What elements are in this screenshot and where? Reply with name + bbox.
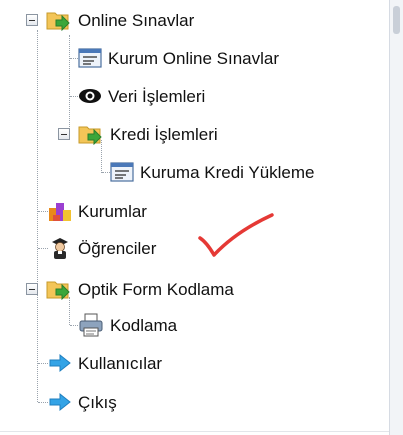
tree-item-label: Kurum Online Sınavlar <box>108 48 280 68</box>
panel-bottom-border <box>0 431 389 432</box>
red-check-mark-annotation <box>198 212 278 258</box>
tree-branch <box>38 363 48 364</box>
folder-arrow-icon <box>46 9 72 31</box>
tree-item-label: Çıkış <box>78 392 117 412</box>
tree-item-kodlama[interactable]: Kodlama <box>78 310 177 340</box>
tree-item-label: Kodlama <box>110 315 178 335</box>
tree-branch <box>70 325 78 326</box>
collapse-toggle-optik-form[interactable] <box>26 283 38 295</box>
tree-branch <box>102 172 110 173</box>
navigation-tree-panel: Online Sınavlar Kurum Online Sınavlar Ve… <box>0 0 403 435</box>
tree-item-label: Kuruma Kredi Yükleme <box>140 162 315 182</box>
tree-item-label: Veri İşlemleri <box>108 86 206 106</box>
tree-item-kullanicilar[interactable]: Kullanıcılar <box>48 348 162 378</box>
vertical-scrollbar[interactable] <box>389 0 403 435</box>
tree-branch <box>70 96 78 97</box>
tree-item-label: Kullanıcılar <box>78 353 163 373</box>
graduate-icon <box>48 236 72 260</box>
tree-item-label: Kurumlar <box>78 201 147 221</box>
collapse-toggle-kredi-islemleri[interactable] <box>58 128 70 140</box>
tree-item-online-sinavlar[interactable]: Online Sınavlar <box>46 5 194 35</box>
folder-arrow-icon <box>78 123 104 145</box>
form-icon <box>110 161 134 183</box>
tree-item-veri-islemleri[interactable]: Veri İşlemleri <box>78 81 205 111</box>
tree-item-kredi-islemleri[interactable]: Kredi İşlemleri <box>78 119 218 149</box>
arrow-right-icon <box>48 392 72 412</box>
tree-connector-online <box>69 35 70 133</box>
scrollbar-thumb[interactable] <box>393 6 400 34</box>
building-blocks-icon <box>48 200 72 222</box>
eye-icon <box>78 86 102 106</box>
tree-item-kurum-online-sinavlar[interactable]: Kurum Online Sınavlar <box>78 43 279 73</box>
arrow-right-icon <box>48 353 72 373</box>
tree-item-cikis[interactable]: Çıkış <box>48 387 117 417</box>
tree-item-label: Kredi İşlemleri <box>110 124 218 144</box>
tree-item-label: Online Sınavlar <box>78 10 195 30</box>
tree-branch <box>38 248 48 249</box>
tree-item-ogrenciler[interactable]: Öğrenciler <box>48 233 156 263</box>
printer-icon <box>78 313 104 337</box>
folder-arrow-icon <box>46 278 72 300</box>
collapse-toggle-online-sinavlar[interactable] <box>26 14 38 26</box>
tree-branch <box>70 58 78 59</box>
form-icon <box>78 47 102 69</box>
tree-item-kuruma-kredi-yukleme[interactable]: Kuruma Kredi Yükleme <box>110 157 315 187</box>
tree-connector-root <box>37 30 38 402</box>
tree-branch <box>38 402 48 403</box>
tree-item-label: Öğrenciler <box>78 238 157 258</box>
tree-branch <box>38 211 48 212</box>
tree-item-kurumlar[interactable]: Kurumlar <box>48 196 147 226</box>
tree-item-label: Optik Form Kodlama <box>78 279 234 299</box>
tree-item-optik-form-kodlama[interactable]: Optik Form Kodlama <box>46 274 234 304</box>
